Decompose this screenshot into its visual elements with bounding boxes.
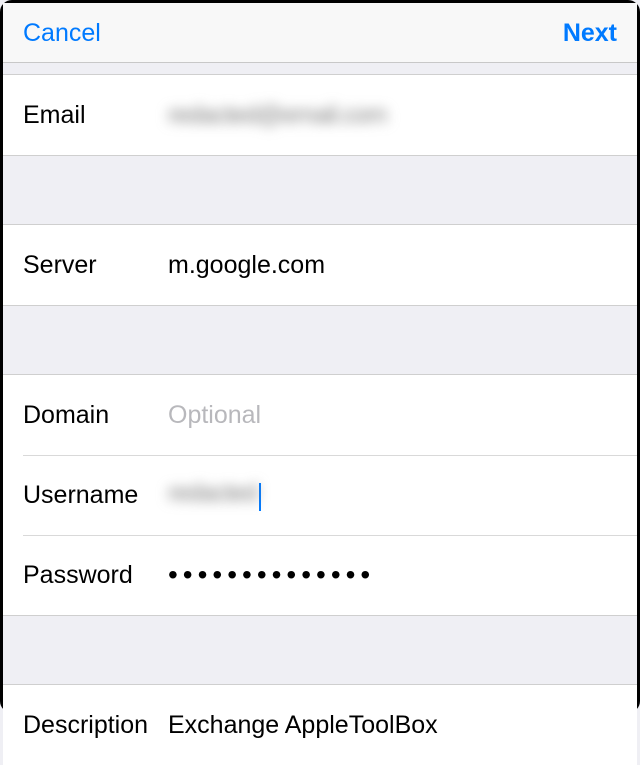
server-field[interactable]: m.google.com	[168, 251, 617, 280]
password-label: Password	[23, 561, 168, 590]
navbar: Cancel Next	[3, 3, 637, 63]
server-label: Server	[23, 251, 168, 280]
section-gap	[3, 615, 637, 685]
email-group: Email redacted@email.com	[3, 75, 637, 155]
description-field[interactable]: Exchange AppleToolBox	[168, 711, 617, 740]
username-value: redacted	[168, 479, 257, 507]
section-gap	[3, 305, 637, 375]
cancel-button[interactable]: Cancel	[23, 19, 101, 48]
domain-label: Domain	[23, 401, 168, 430]
section-gap	[3, 63, 637, 75]
credentials-group: Domain Username redacted Password ••••••…	[3, 375, 637, 615]
password-row[interactable]: Password ••••••••••••••	[3, 535, 637, 615]
domain-field[interactable]	[168, 401, 617, 430]
text-cursor	[259, 483, 261, 511]
description-label: Description	[23, 711, 168, 740]
server-row[interactable]: Server m.google.com	[3, 225, 637, 305]
password-field[interactable]: ••••••••••••••	[168, 559, 617, 591]
email-field[interactable]: redacted@email.com	[168, 101, 617, 130]
email-row[interactable]: Email redacted@email.com	[3, 75, 637, 155]
description-row[interactable]: Description Exchange AppleToolBox	[3, 685, 637, 765]
username-row[interactable]: Username redacted	[3, 455, 637, 535]
description-group: Description Exchange AppleToolBox	[3, 685, 637, 765]
server-group: Server m.google.com	[3, 225, 637, 305]
email-label: Email	[23, 101, 168, 130]
section-gap	[3, 155, 637, 225]
next-button[interactable]: Next	[563, 19, 617, 48]
username-field[interactable]: redacted	[168, 479, 261, 511]
username-label: Username	[23, 481, 168, 510]
domain-row[interactable]: Domain	[3, 375, 637, 455]
